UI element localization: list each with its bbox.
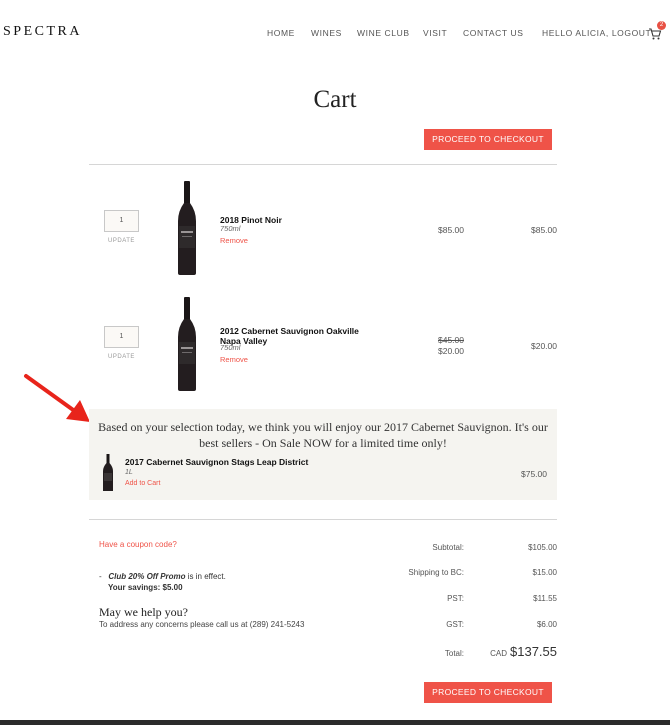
promo-savings: Your savings: $5.00 (108, 583, 183, 592)
total-value: CAD $137.55 (437, 644, 557, 659)
footer-bar (0, 720, 670, 725)
product-size: 750ml (220, 224, 241, 233)
checkout-button-top[interactable]: PROCEED TO CHECKOUT (424, 129, 552, 150)
nav-visit[interactable]: VISIT (423, 28, 447, 38)
annotation-arrow-icon (24, 374, 90, 422)
help-title: May we help you? (99, 605, 188, 619)
product-name[interactable]: 2012 Cabernet Sauvignon Oakville Napa Va… (220, 326, 360, 346)
nav-wines[interactable]: WINES (311, 28, 342, 38)
promo-notice: - Club 20% Off Promo is in effect. Your … (99, 571, 226, 593)
divider (89, 164, 557, 165)
gst-value: $6.00 (536, 620, 557, 629)
wine-bottle-image (178, 181, 196, 275)
add-to-cart-link[interactable]: Add to Cart (125, 480, 160, 487)
nav-contact-us[interactable]: CONTACT US (463, 28, 523, 38)
promo-dash: - (99, 572, 102, 581)
product-name[interactable]: 2018 Pinot Noir (220, 215, 360, 225)
recommendation-message: Based on your selection today, we think … (98, 420, 548, 450)
quantity-input[interactable]: 1 (104, 210, 139, 232)
promo-name: Club 20% Off Promo (108, 572, 186, 581)
wine-bottle-image (103, 454, 113, 491)
pst-value: $11.55 (533, 594, 557, 603)
pst-label: PST: (447, 594, 464, 603)
divider (89, 519, 557, 520)
line-total: $85.00 (531, 225, 557, 235)
remove-link[interactable]: Remove (220, 236, 248, 245)
update-button[interactable]: UPDATE (103, 354, 140, 360)
site-header: SPECTRA HOME WINES WINE CLUB VISIT CONTA… (0, 0, 670, 60)
coupon-link[interactable]: Have a coupon code? (99, 540, 177, 549)
cart-link[interactable]: 2 (648, 21, 668, 42)
shipping-label: Shipping to BC: (408, 568, 464, 577)
nav-home[interactable]: HOME (267, 28, 295, 38)
unit-price: $20.00 (438, 346, 464, 356)
product-size: 750ml (220, 343, 241, 352)
recommended-product-price: $75.00 (521, 469, 547, 479)
cart-count-badge: 2 (657, 21, 666, 30)
checkout-button-bottom[interactable]: PROCEED TO CHECKOUT (424, 682, 552, 703)
subtotal-label: Subtotal: (432, 543, 464, 552)
line-total: $20.00 (531, 341, 557, 351)
quantity-input[interactable]: 1 (104, 326, 139, 348)
original-price: $45.00 (438, 335, 464, 345)
recommended-product-size: 1L (125, 469, 133, 476)
main-nav: HOME WINES WINE CLUB VISIT CONTACT US HE… (0, 28, 670, 42)
page-title: Cart (313, 86, 357, 113)
recommended-product-name[interactable]: 2017 Cabernet Sauvignon Stags Leap Distr… (125, 457, 308, 467)
help-text: To address any concerns please call us a… (99, 620, 305, 629)
nav-account-logout[interactable]: HELLO ALICIA, LOGOUT (542, 28, 651, 38)
update-button[interactable]: UPDATE (103, 238, 140, 244)
recommendation-panel: Based on your selection today, we think … (89, 409, 557, 500)
wine-bottle-image (178, 297, 196, 391)
unit-price: $85.00 (438, 225, 464, 235)
gst-label: GST: (446, 620, 464, 629)
shipping-value: $15.00 (532, 568, 557, 577)
remove-link[interactable]: Remove (220, 355, 248, 364)
total-amount: $137.55 (510, 644, 557, 659)
nav-wine-club[interactable]: WINE CLUB (357, 28, 410, 38)
subtotal-value: $105.00 (528, 543, 557, 552)
total-currency: CAD (490, 649, 507, 658)
promo-suffix: is in effect. (187, 572, 226, 581)
